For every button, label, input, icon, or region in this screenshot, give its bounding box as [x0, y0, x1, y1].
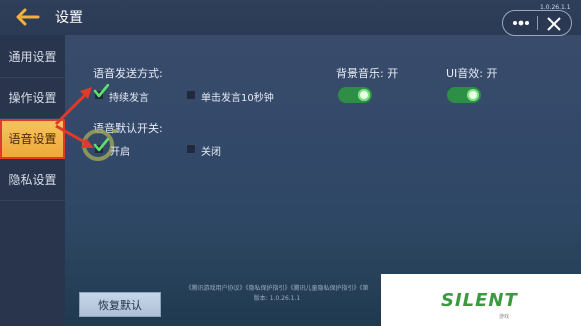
annotation-arrows-icon — [54, 87, 94, 148]
toggle-knob — [467, 89, 479, 101]
legal-links[interactable]: 《腾讯游戏用户协议》《隐私保护指引》《腾讯儿童隐私保护指引》《第 — [170, 284, 384, 294]
version-text: 版本: 1.0.26.1.1 — [253, 295, 301, 302]
top-bar: 设置 — [0, 0, 581, 35]
sidebar-item-privacy[interactable]: 隐私设置 — [0, 160, 65, 201]
voice-on-label[interactable]: 开启 — [110, 143, 130, 158]
page-title: 设置 — [55, 10, 83, 26]
ui-sound-toggle[interactable] — [447, 87, 481, 103]
continuous-label[interactable]: 持续发言 — [109, 89, 149, 104]
sidebar: 通用设置 操作设置 语音设置 隐私设置 — [0, 35, 65, 326]
more-icon[interactable] — [509, 13, 533, 33]
bgm-toggle[interactable] — [338, 87, 372, 103]
ui-sound-label: UI音效: 开 — [446, 67, 498, 80]
voice-off-checkbox[interactable] — [186, 144, 196, 154]
mini-program-capsule — [502, 10, 572, 36]
back-arrow-icon[interactable] — [14, 8, 40, 26]
watermark: SILENT 游戏 — [381, 274, 581, 326]
watermark-subtext: 游戏 — [499, 314, 510, 320]
bgm-label: 背景音乐: 开 — [336, 67, 399, 80]
toggle-knob — [358, 89, 370, 101]
close-icon[interactable] — [543, 14, 565, 34]
watermark-text: SILENT — [441, 290, 518, 311]
sidebar-item-general[interactable]: 通用设置 — [0, 37, 65, 78]
footer-text: 《腾讯游戏用户协议》《隐私保护指引》《腾讯儿童隐私保护指引》《第 版本: 1.0… — [170, 284, 384, 304]
single-press-label[interactable]: 单击发言10秒钟 — [201, 89, 274, 104]
reset-default-button[interactable]: 恢复默认 — [79, 292, 161, 317]
single-press-checkbox[interactable] — [186, 90, 196, 100]
voice-off-label[interactable]: 关闭 — [201, 143, 221, 158]
capsule-divider — [537, 16, 538, 30]
send-mode-label: 语音发送方式: — [93, 67, 163, 80]
